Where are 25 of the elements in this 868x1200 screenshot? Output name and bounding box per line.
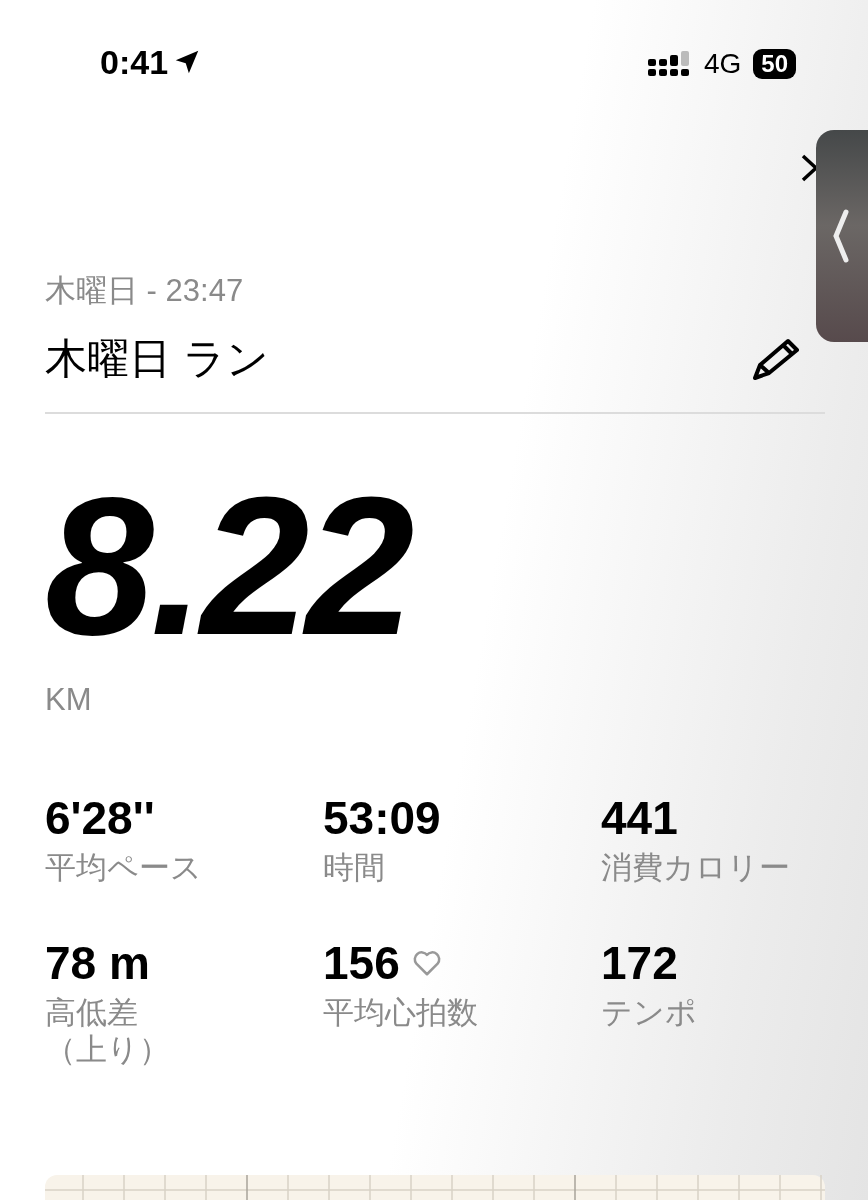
stat-value: 156 <box>323 940 400 987</box>
stat-value: 172 <box>601 940 678 987</box>
stat-label: 消費カロリー <box>601 849 791 887</box>
heart-icon <box>411 949 442 978</box>
signal-icon <box>647 51 692 77</box>
distance-unit: KM <box>45 684 93 715</box>
stat-value: 78 m <box>45 940 150 987</box>
chevron-left-icon <box>832 206 850 266</box>
stat-label: 平均ペース <box>45 849 203 887</box>
stat-label: テンポ <box>601 994 698 1032</box>
side-panel-tab[interactable] <box>816 130 868 342</box>
stat-value: 53:09 <box>323 795 441 841</box>
network-label: 4G <box>703 50 742 78</box>
stat-label: 時間 <box>323 849 386 887</box>
stat-label-note: （上り） <box>45 1031 171 1069</box>
status-time: 0:41 <box>100 45 169 79</box>
stat-label: 高低差 <box>45 994 139 1032</box>
distance-value: 8.22 <box>45 492 412 642</box>
stat-label: 平均心拍数 <box>323 994 479 1032</box>
stat-value: 441 <box>601 795 678 841</box>
activity-date-time: 木曜日 - 23:47 <box>45 275 245 306</box>
activity-title: 木曜日 ラン <box>45 338 269 380</box>
battery-indicator: 50 <box>753 49 796 79</box>
stat-value: 6'28'' <box>45 795 155 841</box>
pencil-icon[interactable] <box>751 336 801 382</box>
